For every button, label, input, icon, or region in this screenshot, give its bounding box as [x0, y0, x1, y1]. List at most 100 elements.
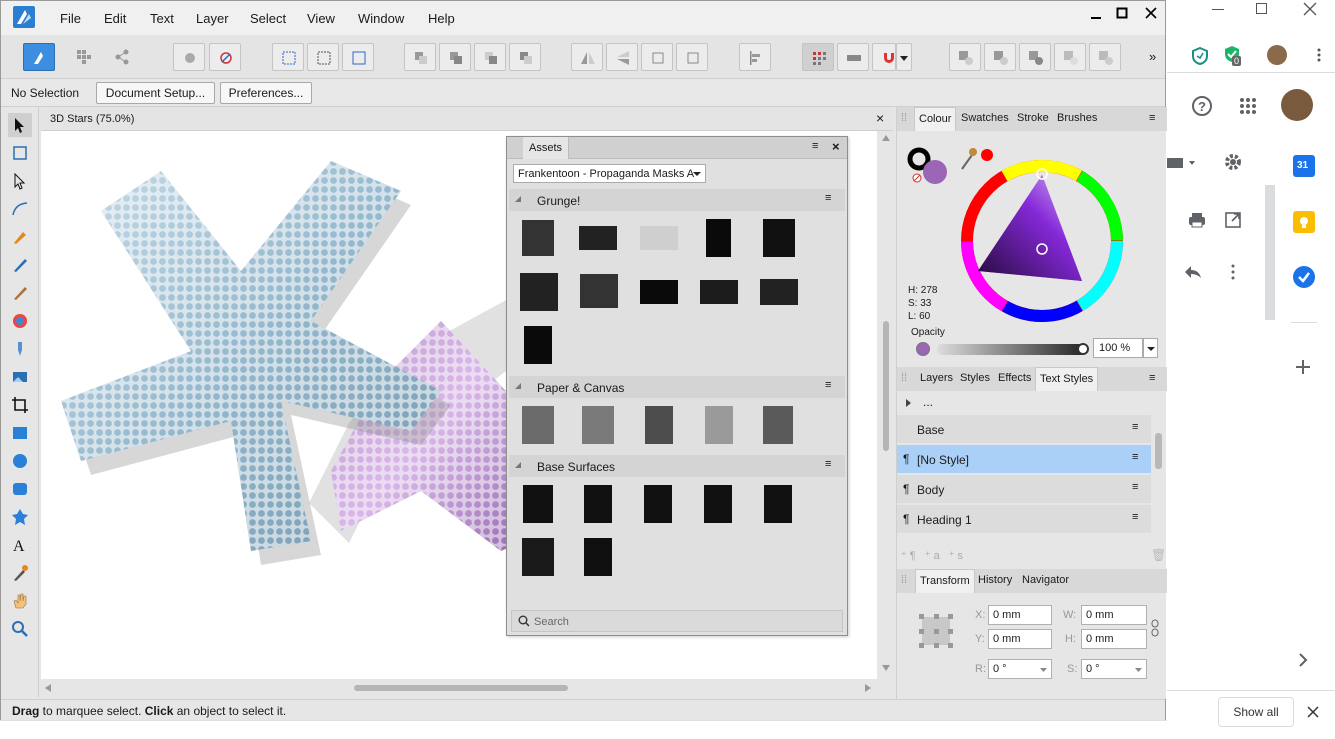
asset-thumb[interactable]	[522, 220, 554, 256]
keyboard-icon[interactable]	[1167, 157, 1197, 169]
add-icon[interactable]	[1295, 359, 1311, 375]
document-setup-button[interactable]: Document Setup...	[96, 82, 215, 104]
color-picker-tool-icon[interactable]	[8, 561, 32, 585]
menu-help[interactable]: Help	[428, 11, 455, 26]
asset-thumb[interactable]	[524, 326, 552, 364]
tab-stroke[interactable]: Stroke	[1017, 112, 1049, 124]
place-image-tool-icon[interactable]	[8, 365, 32, 389]
arrange-backward-icon[interactable]	[439, 43, 471, 71]
snapping-toggle-icon[interactable]	[837, 43, 869, 71]
style-menu-icon[interactable]: ≡	[1132, 511, 1138, 523]
rounded-rectangle-tool-icon[interactable]	[8, 477, 32, 501]
asset-thumb[interactable]	[704, 485, 732, 523]
menu-edit[interactable]: Edit	[104, 11, 126, 26]
opacity-input[interactable]: 100 %	[1093, 338, 1143, 358]
rectangle-tool-icon[interactable]	[8, 421, 32, 445]
asset-thumb[interactable]	[644, 485, 672, 523]
trash-icon[interactable]: 🗑	[1151, 548, 1166, 562]
help-icon[interactable]: ?	[1191, 95, 1213, 117]
expand-icon[interactable]	[905, 399, 913, 407]
transparency-tool-icon[interactable]	[8, 337, 32, 361]
canvas-vertical-scrollbar[interactable]	[878, 131, 894, 679]
asset-thumb[interactable]	[582, 406, 614, 444]
tab-layers[interactable]: Layers	[920, 372, 953, 384]
boolean-xor-icon[interactable]	[1054, 43, 1086, 71]
menu-window[interactable]: Window	[358, 11, 404, 26]
tab-brushes[interactable]: Brushes	[1057, 112, 1097, 124]
edit-icon[interactable]	[209, 43, 241, 71]
pixel-persona-button[interactable]	[68, 43, 100, 71]
asset-thumb[interactable]	[584, 538, 612, 576]
preferences-button[interactable]: Preferences...	[220, 82, 312, 104]
asset-thumb[interactable]	[645, 406, 673, 444]
rotation-field[interactable]: 0 °	[988, 659, 1052, 679]
calendar-icon[interactable]: 31	[1293, 155, 1315, 177]
minimize-button[interactable]	[1086, 7, 1106, 27]
keep-icon[interactable]	[1293, 211, 1315, 233]
opacity-slider-handle[interactable]	[1077, 343, 1089, 355]
arrange-back-icon[interactable]	[404, 43, 436, 71]
toolbar-overflow-icon[interactable]: »	[1149, 49, 1156, 64]
zoom-tool-icon[interactable]	[8, 617, 32, 641]
style-action-icons[interactable]: ⁺¶ ⁺a ⁺s	[901, 549, 966, 562]
more-vertical-icon[interactable]	[1311, 47, 1327, 63]
tab-effects[interactable]: Effects	[998, 372, 1031, 384]
asset-thumb[interactable]	[523, 485, 553, 523]
asset-thumb[interactable]	[520, 273, 558, 311]
show-all-button[interactable]: Show all	[1218, 697, 1294, 727]
move-tool-icon[interactable]	[8, 113, 32, 137]
h-field[interactable]: 0 mm	[1081, 629, 1147, 649]
asset-thumb[interactable]	[705, 406, 733, 444]
select-box-icon[interactable]	[272, 43, 304, 71]
boolean-subtract-icon[interactable]	[984, 43, 1016, 71]
section-paper-canvas[interactable]: Paper & Canvas ≡	[509, 376, 845, 398]
shield-extension-icon[interactable]	[1191, 47, 1209, 65]
close-document-button[interactable]: ×	[876, 110, 884, 126]
maximize-icon[interactable]	[1255, 2, 1269, 16]
asset-thumb[interactable]	[760, 279, 798, 305]
tab-navigator[interactable]: Navigator	[1022, 574, 1069, 586]
asset-thumb[interactable]	[763, 219, 795, 257]
reply-icon[interactable]	[1184, 265, 1202, 279]
tab-swatches[interactable]: Swatches	[961, 112, 1009, 124]
assets-close-icon[interactable]: ×	[832, 139, 840, 154]
tab-history[interactable]: History	[978, 574, 1012, 586]
canvas-horizontal-scrollbar[interactable]	[41, 679, 877, 697]
align-icon[interactable]	[739, 43, 771, 71]
chevron-right-icon[interactable]	[1298, 653, 1308, 667]
menu-file[interactable]: File	[60, 11, 81, 26]
tab-styles[interactable]: Styles	[960, 372, 990, 384]
menu-view[interactable]: View	[307, 11, 335, 26]
style-item-base[interactable]: Base ≡	[897, 415, 1151, 443]
asset-thumb[interactable]	[640, 280, 678, 304]
asset-thumb[interactable]	[522, 406, 554, 444]
maximize-button[interactable]	[1112, 7, 1132, 27]
text-tool-icon[interactable]: A	[8, 533, 32, 557]
print-icon[interactable]	[1188, 211, 1206, 229]
menu-text[interactable]: Text	[150, 11, 174, 26]
asset-thumb[interactable]	[580, 274, 618, 308]
corner-tool-icon[interactable]	[8, 197, 32, 221]
account-avatar[interactable]	[1281, 89, 1313, 121]
assets-tab[interactable]: Assets	[523, 137, 570, 159]
extension-badge-icon[interactable]: 0	[1223, 45, 1242, 66]
menu-select[interactable]: Select	[250, 11, 286, 26]
hand-tool-icon[interactable]	[8, 589, 32, 613]
asset-thumb[interactable]	[763, 406, 793, 444]
more-options-icon[interactable]	[1230, 264, 1236, 280]
flip-vertical-icon[interactable]	[606, 43, 638, 71]
menu-layer[interactable]: Layer	[196, 11, 229, 26]
magnet-icon[interactable]	[872, 43, 896, 71]
tab-text-styles[interactable]: Text Styles	[1035, 367, 1099, 391]
apps-grid-icon[interactable]	[1239, 97, 1257, 115]
asset-thumb[interactable]	[640, 226, 678, 250]
style-item-no-style[interactable]: ¶ [No Style] ≡	[897, 445, 1151, 473]
artboard-tool-icon[interactable]	[8, 141, 32, 165]
ellipse-tool-icon[interactable]	[8, 449, 32, 473]
minimize-icon[interactable]	[1211, 2, 1225, 16]
node-tool-icon[interactable]	[8, 169, 32, 193]
rotate-left-icon[interactable]	[641, 43, 673, 71]
panel-menu-icon[interactable]: ≡	[1149, 372, 1155, 384]
asset-thumb[interactable]	[700, 280, 738, 304]
asset-thumb[interactable]	[584, 485, 612, 523]
